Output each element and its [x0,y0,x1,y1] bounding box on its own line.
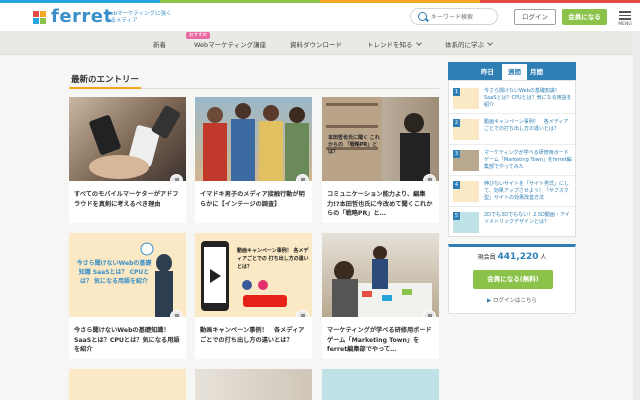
article-title[interactable]: 今さら聞けないWebの基礎知識！SaaSとは？CPUとは？気になる用語を紹介 [74,326,181,355]
nav-item-downloads[interactable]: 資料ダウンロード [290,39,342,49]
site-header: ferret Webマーケティングに強くなるメディア ログイン 会員になる ME… [0,3,640,31]
article-thumbnail[interactable] [69,369,186,400]
article-card[interactable]: すべてのモバイルマーケターがアドフラウドを真剣に考えるべき理由 [69,97,186,223]
section-title: 最新のエントリー [71,75,140,85]
join-free-button[interactable]: 会員になる(無料) [473,270,553,289]
nav-item-web-marketing-course[interactable]: Webマーケティング講座 [194,39,266,49]
search-icon[interactable] [418,12,427,21]
article-card[interactable]: イマドキ男子のメディア接触行動が明らかに【インテージの調査】 [195,97,312,223]
thumbnail-caption: 今さら聞けないWebの基礎知識 SaaSとは？ CPUとは？ 気になる用語を紹介 [76,260,152,285]
article-thumbnail[interactable] [69,97,186,181]
ranking-item[interactable]: 4 伸びないサイトを「サイト男式」にして、効果アップさせよう！「サブスク型」サイ… [449,178,575,207]
ranking-number: 4 [453,181,460,189]
scrollbar[interactable] [633,31,640,400]
hamburger-icon [619,11,631,13]
article-thumbnail[interactable]: 本田哲也氏に聞く これからの 「戦略PR」とは？ [322,97,439,181]
menu-button[interactable]: MENU [617,9,633,29]
play-icon: ▶ [487,298,492,304]
nav-item-new[interactable]: 新着 [153,39,166,49]
article-card[interactable] [69,369,186,400]
article-card[interactable] [195,369,312,400]
nav-systematic-label: 体系的に学ぶ [445,41,484,49]
article-title[interactable]: すべてのモバイルマーケターがアドフラウドを真剣に考えるべき理由 [74,190,181,209]
article-thumbnail[interactable] [195,369,312,400]
young-men-photo [203,103,309,181]
ranking-number: 2 [453,119,460,127]
chevron-down-icon [487,40,493,46]
login-link-label: ログインはこちら [492,298,537,304]
ranking-title[interactable]: 動画キャンペーン事例！ 各メディアごとでの打ち出し方の違いとは？ [484,119,572,133]
ranking-number: 3 [453,150,460,158]
ranking-tabs: 昨日 週間 月間 [448,62,576,80]
article-title[interactable]: 動画キャンペーン事例！ 各メディアごとでの打ち出し方の違いとは？ [200,326,307,345]
bookmark-icon[interactable] [423,174,436,181]
tab-monthly[interactable]: 月間 [530,66,543,76]
nav-trends-label: トレンドを知る [367,41,413,49]
ranking-item[interactable]: 3 マーケティングが学べる研修用ボードゲーム「Marketing Town」をf… [449,147,575,176]
ranking-title[interactable]: 伸びないサイトを「サイト男式」にして、効果アップさせよう！「サブスク型」サイトの… [484,181,572,202]
ranking-list: 1 今さら聞けないWebの基礎知識！SaaSとは？CPUとは？気になる用語を紹介… [448,80,576,237]
member-box: 現会員 441,220 人 会員になる(無料) ▶ ログインはこちら [448,244,576,314]
search-box[interactable] [410,8,498,25]
bookmark-icon[interactable] [170,174,183,181]
site-tagline: Webマーケティングに強くなるメディア [105,11,172,24]
phones-photo [89,105,181,179]
login-link[interactable]: ▶ ログインはこちら [449,296,575,304]
article-thumbnail[interactable] [195,97,312,181]
ranking-title[interactable]: 今さら聞けないWebの基礎知識！SaaSとは？CPUとは？気になる用語を紹介 [484,88,572,109]
thumbnail-caption: 動画キャンペーン事例！ 各メディアごとでの 打ち出し方の違いとは？ [237,248,309,270]
bookmark-icon[interactable] [423,310,436,317]
article-card[interactable]: マーケティングが学べる研修用ボードゲーム「Marketing Town」をfer… [322,233,439,359]
site-logo[interactable]: ferret [51,6,113,28]
main-nav: おすすめ 新着 Webマーケティング講座 資料ダウンロード トレンドを知る 体系… [0,31,640,55]
menu-label: MENU [618,21,632,27]
article-card[interactable]: 本田哲也氏に聞く これからの 「戦略PR」とは？ コミュニケーション能力より、編… [322,97,439,223]
bookmark-icon[interactable] [170,310,183,317]
article-title[interactable]: イマドキ男子のメディア接触行動が明らかに【インテージの調査】 [200,190,307,209]
nav-item-trends[interactable]: トレンドを知る [367,39,422,49]
ranking-number: 5 [453,212,460,220]
ranking-title[interactable]: マーケティングが学べる研修用ボードゲーム「Marketing Town」をfer… [484,150,572,171]
tab-weekly[interactable]: 週間 [502,64,527,80]
article-title[interactable]: マーケティングが学べる研修用ボードゲーム「Marketing Town」をfer… [327,326,434,355]
article-thumbnail[interactable]: 動画キャンペーン事例！ 各メディアごとでの 打ち出し方の違いとは？ [195,233,312,317]
chevron-down-icon [415,40,422,46]
article-card[interactable]: 今さら聞けないWebの基礎知識 SaaSとは？ CPUとは？ 気になる用語を紹介… [69,233,186,359]
member-count-unit: 人 [540,254,547,261]
article-card[interactable] [322,369,439,400]
article-thumbnail[interactable] [322,369,439,400]
article-thumbnail[interactable]: 今さら聞けないWebの基礎知識 SaaSとは？ CPUとは？ 気になる用語を紹介 [69,233,186,317]
ranking-item[interactable]: 1 今さら聞けないWebの基礎知識！SaaSとは？CPUとは？気になる用語を紹介 [449,85,575,114]
member-count-value: 441,220 [497,252,539,262]
member-count-label: 現会員 [477,254,496,261]
ferret-logo-icon [33,11,46,24]
ranking-number: 1 [453,88,460,96]
boardgame-photo [332,246,432,317]
ranking-title[interactable]: 2Dでも3Dでもない！2.5D動画・アイソメトリックデザインとは？ [484,212,572,226]
article-card[interactable]: 動画キャンペーン事例！ 各メディアごとでの 打ち出し方の違いとは？ 動画キャンペ… [195,233,312,359]
ranking-item[interactable]: 2 動画キャンペーン事例！ 各メディアごとでの打ち出し方の違いとは？ [449,116,575,145]
member-count: 現会員 441,220 人 [449,252,575,262]
nav-item-systematic[interactable]: 体系的に学ぶ [445,39,493,49]
section-accent-bar [69,87,141,89]
article-title[interactable]: コミュニケーション能力より、編集力!?本田哲也氏に今改めて聞くこれからの「戦略P… [327,190,434,219]
tab-yesterday[interactable]: 昨日 [481,66,494,76]
article-thumbnail[interactable] [322,233,439,317]
search-input[interactable] [431,11,495,23]
bookmark-icon[interactable] [296,310,309,317]
join-button[interactable]: 会員になる [562,9,607,25]
recommended-badge: おすすめ [186,32,210,39]
ranking-item[interactable]: 5 2Dでも3Dでもない！2.5D動画・アイソメトリックデザインとは？ [449,209,575,238]
thumbnail-caption: 本田哲也氏に聞く これからの 「戦略PR」とは？ [328,135,380,155]
login-button[interactable]: ログイン [514,9,556,25]
bookmark-icon[interactable] [296,174,309,181]
video-campaign-illustration [201,241,287,311]
